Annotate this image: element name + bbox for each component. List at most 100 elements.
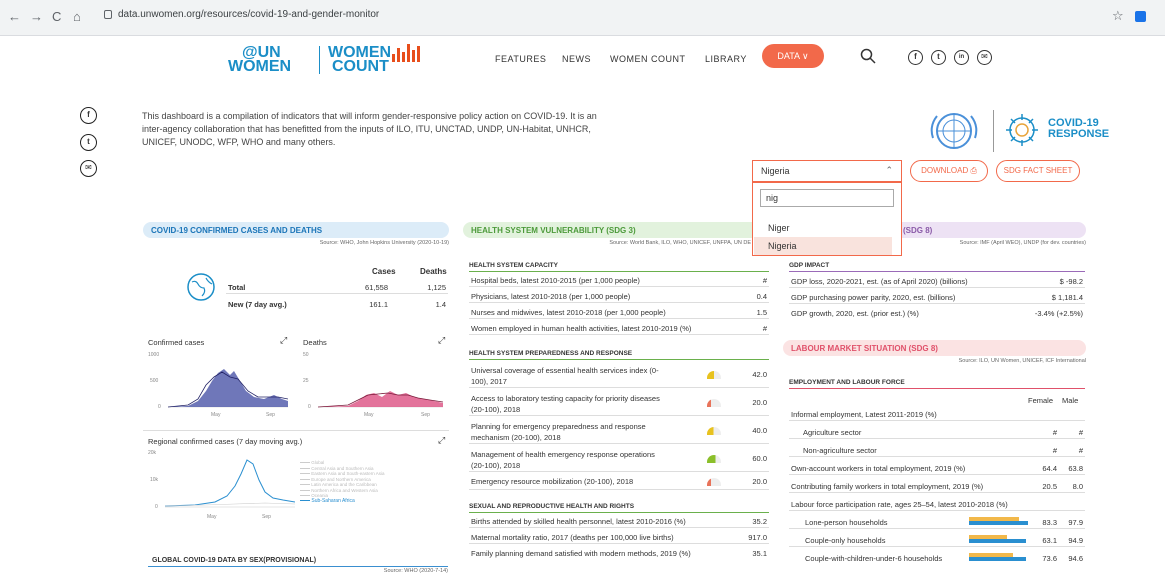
- capacity-row: Nurses and midwives, latest 2010-2018 (p…: [469, 305, 769, 319]
- regional-chart: [165, 459, 295, 508]
- confirmed-y-500: 500: [150, 378, 159, 384]
- regional-y-0: 0: [155, 504, 158, 510]
- deaths-chart: [318, 391, 443, 408]
- deaths-y-50: 50: [303, 352, 309, 358]
- nav-women-count[interactable]: WOMEN COUNT: [610, 54, 686, 64]
- expand-regional-icon[interactable]: ⤢: [438, 435, 445, 446]
- lock-icon: [104, 10, 112, 19]
- prep-row: Emergency resource mobilization (20-100)…: [469, 474, 769, 490]
- data-menu-button[interactable]: DATA ∨: [762, 44, 824, 68]
- confirmed-y-0: 0: [158, 404, 161, 410]
- search-icon[interactable]: [860, 48, 876, 64]
- nav-news[interactable]: NEWS: [562, 54, 591, 64]
- confirmed-y-1000: 1000: [148, 352, 160, 358]
- regional-y-10k: 10k: [150, 477, 159, 483]
- expand-confirmed-icon[interactable]: ⤢: [280, 335, 287, 346]
- email-icon[interactable]: ✉: [977, 50, 992, 65]
- male-bar: [969, 557, 1026, 561]
- srh-title: SEXUAL AND REPRODUCTIVE HEALTH AND RIGHT…: [469, 503, 635, 510]
- deaths-x-sep: Sep: [421, 412, 430, 418]
- labour-source: Source: ILO, UN Women, UNICEF, ICF Inter…: [958, 358, 1086, 364]
- nav-library[interactable]: LIBRARY: [705, 54, 747, 64]
- address-bar[interactable]: data.unwomen.org/resources/covid-19-and-…: [118, 9, 379, 20]
- home-icon[interactable]: ⌂: [73, 9, 81, 24]
- confirmed-cases-title: Confirmed cases: [148, 338, 205, 347]
- srh-row: Family planning demand satisfied with mo…: [471, 549, 767, 558]
- labour-row: Contributing family workers in total emp…: [789, 479, 1085, 493]
- col-deaths: Deaths: [420, 267, 447, 276]
- expand-deaths-icon[interactable]: ⤢: [438, 335, 445, 346]
- preparedness-title: HEALTH SYSTEM PREPAREDNESS AND RESPONSE: [469, 350, 633, 357]
- nav-features[interactable]: FEATURES: [495, 54, 546, 64]
- logo-divider-2: [993, 110, 994, 152]
- confirmed-x-may: May: [211, 412, 221, 418]
- deaths-y-0: 0: [308, 404, 311, 410]
- gauge-icon: [707, 371, 721, 379]
- household-row: Couple-only households 63.1 94.9: [789, 533, 1085, 547]
- employment-title: EMPLOYMENT AND LABOUR FORCE: [789, 379, 905, 386]
- confirmed-x-sep: Sep: [266, 412, 275, 418]
- share-twitter-icon[interactable]: t: [80, 134, 97, 151]
- gauge-icon: [707, 399, 721, 407]
- capacity-row: Hospital beds, latest 2010-2015 (per 1,0…: [469, 273, 769, 287]
- covid-response-label: COVID-19 RESPONSE: [1048, 117, 1110, 140]
- gauge-icon: [707, 478, 721, 486]
- un-women-logo[interactable]: @UN WOMEN: [228, 45, 291, 75]
- women-count-logo[interactable]: WOMEN COUNT: [328, 45, 391, 75]
- back-icon[interactable]: ←: [8, 9, 21, 24]
- male-bar: [969, 539, 1026, 543]
- extension-icon[interactable]: [1135, 11, 1146, 22]
- logo-divider: [319, 46, 320, 74]
- confirmed-cases-chart: [168, 369, 288, 408]
- health-section-title: HEALTH SYSTEM VULNERABILITY (SDG 3): [463, 222, 753, 238]
- household-row: Couple-with-children-under-6 households …: [805, 553, 1083, 563]
- srh-row: Maternal mortality ratio, 2017 (deaths p…: [469, 530, 769, 544]
- col-cases: Cases: [372, 267, 396, 276]
- capacity-title: HEALTH SYSTEM CAPACITY: [469, 262, 558, 269]
- facebook-icon[interactable]: f: [908, 50, 923, 65]
- bookmark-star-icon[interactable]: ☆: [1112, 8, 1124, 24]
- prep-row: Planning for emergency preparedness and …: [469, 418, 769, 444]
- chevron-up-icon: ⌃: [885, 165, 893, 175]
- reload-icon[interactable]: C: [52, 9, 61, 24]
- gauge-icon: [707, 455, 721, 463]
- country-select[interactable]: Nigeria ⌃: [752, 160, 902, 182]
- health-source: Source: World Bank, ILO, WHO, UNICEF, UN…: [609, 240, 751, 246]
- labour-row: Own-account workers in total employment,…: [789, 461, 1085, 475]
- download-button[interactable]: DOWNLOAD ⎙: [910, 160, 988, 182]
- capacity-row: Women employed in human health activitie…: [469, 321, 769, 335]
- share-facebook-icon[interactable]: f: [80, 107, 97, 124]
- divider: [148, 566, 448, 567]
- dropdown-option-nigeria[interactable]: Nigeria: [754, 237, 892, 255]
- share-email-icon[interactable]: ✉: [80, 160, 97, 177]
- sdg-fact-sheet-button[interactable]: SDG FACT SHEET: [996, 160, 1080, 182]
- prep-row: Universal coverage of essential health s…: [469, 362, 769, 388]
- deaths-y-25: 25: [303, 378, 309, 384]
- site-header: @UN WOMEN WOMEN COUNT FEATURES NEWS WOME…: [40, 36, 1165, 86]
- regional-legend: Global Central Asia and Southern Asia Ea…: [300, 460, 385, 504]
- household-row: Lone-person households 83.3 97.9: [789, 515, 1085, 529]
- twitter-icon[interactable]: t: [931, 50, 946, 65]
- regional-title: Regional confirmed cases (7 day moving a…: [148, 437, 303, 446]
- deaths-x-may: May: [364, 412, 374, 418]
- forward-icon[interactable]: →: [30, 9, 43, 24]
- covid-source: Source: WHO, John Hopkins University (20…: [319, 240, 449, 246]
- country-dropdown: nig Niger Nigeria: [752, 182, 902, 256]
- globe-icon: [187, 273, 215, 301]
- linkedin-icon[interactable]: in: [954, 50, 969, 65]
- dropdown-option-niger[interactable]: Niger: [754, 219, 892, 237]
- informal-row: Informal employment, Latest 2011-2019 (%…: [789, 407, 1085, 421]
- capacity-row: Physicians, latest 2010-2018 (per 1,000 …: [469, 289, 769, 303]
- col-male: Male: [1062, 396, 1079, 405]
- regional-y-20k: 20k: [148, 450, 157, 456]
- labour-row: Non-agriculture sector # #: [789, 443, 1085, 457]
- gdp-title: GDP IMPACT: [789, 262, 830, 269]
- divider: [143, 430, 449, 431]
- intro-text: This dashboard is a compilation of indic…: [142, 111, 597, 147]
- deaths-title: Deaths: [303, 338, 327, 347]
- country-search-input[interactable]: nig: [760, 189, 894, 207]
- women-count-bars-icon: [392, 44, 420, 62]
- global-source: Source: WHO (2020-7-14): [383, 568, 448, 574]
- covid-row-total: Total 61,558 1,125: [226, 280, 448, 294]
- gauge-icon: [707, 427, 721, 435]
